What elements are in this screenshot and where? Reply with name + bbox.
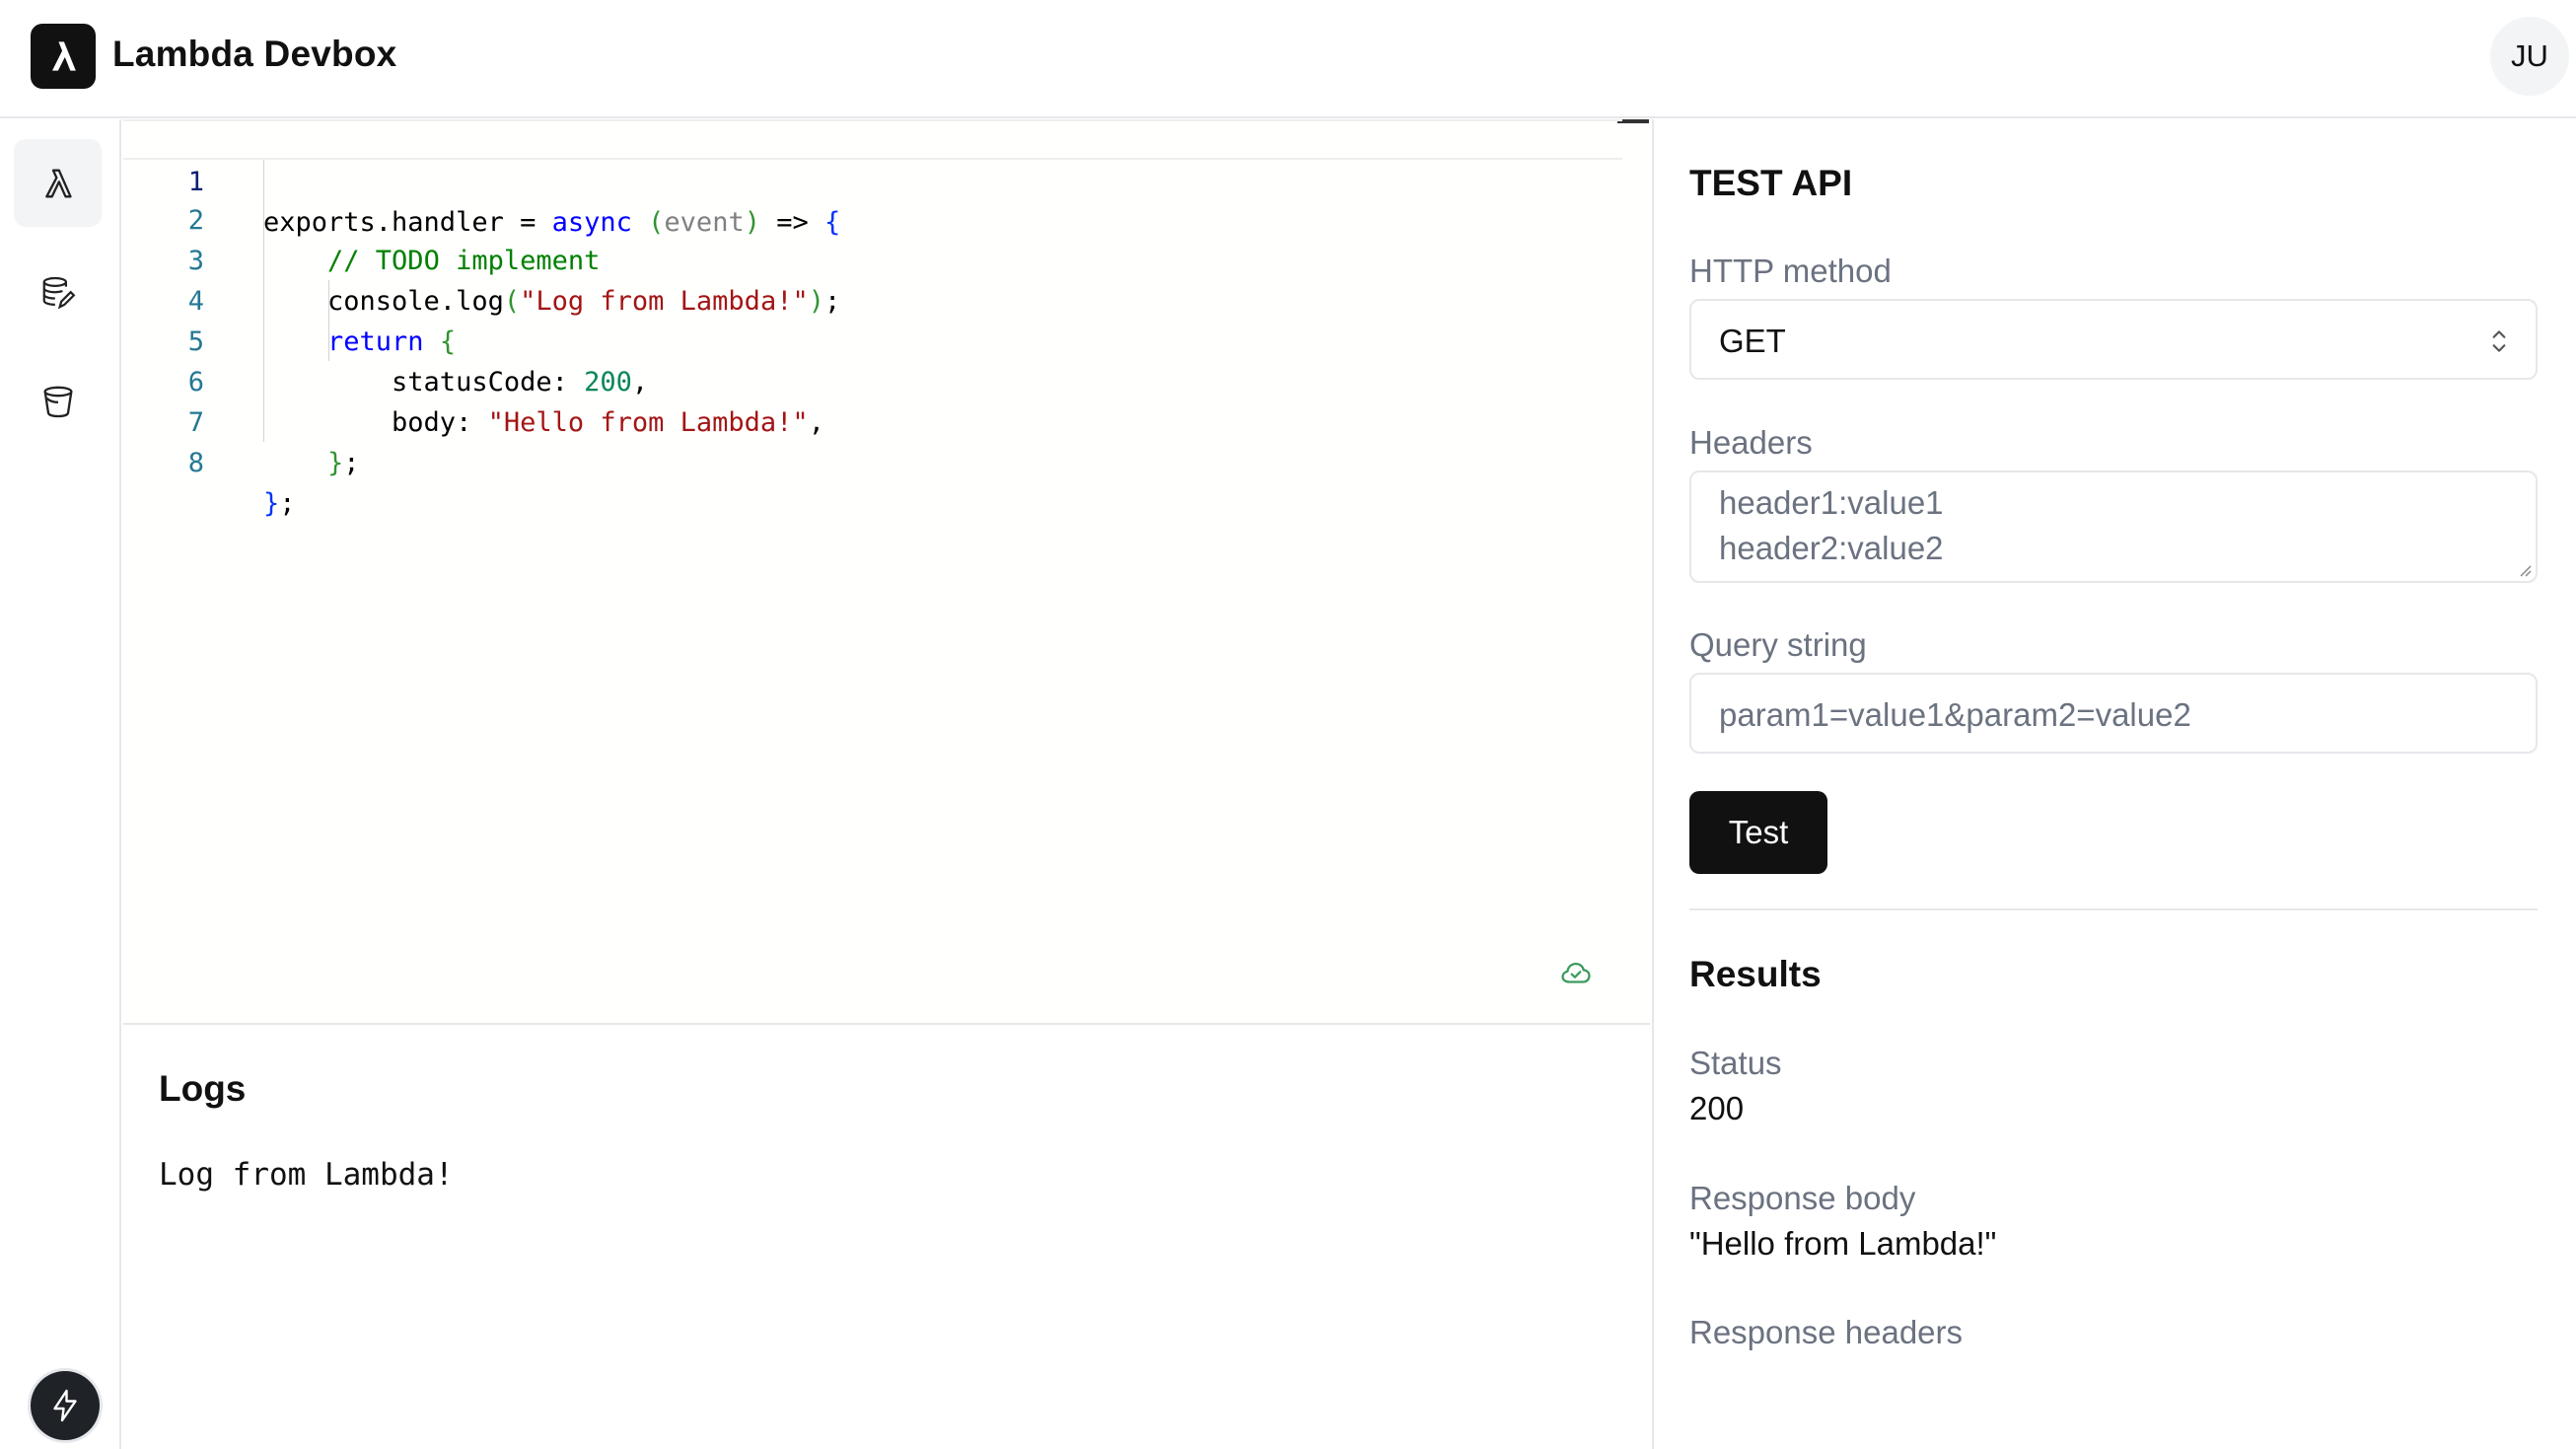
query-string-input[interactable]: param1=value1&param2=value2 [1689, 673, 2538, 754]
headers-line: header1:value1 [1719, 484, 1944, 521]
sidebar-item-databases[interactable] [14, 249, 102, 336]
logs-panel: Logs Log from Lambda! [123, 1027, 1650, 1449]
section-divider [1689, 908, 2538, 910]
query-string-placeholder: param1=value1&param2=value2 [1719, 696, 2191, 733]
response-headers-label: Response headers [1689, 1314, 1964, 1350]
code-line[interactable]: 7 }; [123, 362, 1622, 478]
results-title: Results [1689, 954, 1822, 994]
bucket-icon [43, 386, 72, 417]
app-logo[interactable] [31, 24, 96, 89]
headers-textarea[interactable]: header1:value1 header2:value2 [1689, 471, 2538, 583]
logs-output: Log from Lambda! [159, 1157, 454, 1193]
headers-label: Headers [1689, 424, 1813, 461]
cloud-check-icon [1561, 962, 1591, 983]
code-line[interactable]: 3 console.log("Log from Lambda!"); [123, 200, 1622, 317]
code-line[interactable]: 5 statusCode: 200, [123, 281, 1622, 398]
test-button[interactable]: Test [1689, 791, 1827, 874]
sidebar [0, 119, 121, 1449]
response-body-value: "Hello from Lambda!" [1689, 1225, 1997, 1262]
code-text: }; [327, 448, 360, 478]
code-text: }; [263, 488, 296, 519]
http-method-value: GET [1719, 323, 1786, 359]
headers-line: header2:value2 [1719, 530, 1944, 566]
status-value: 200 [1689, 1090, 1745, 1126]
status-label: Status [1689, 1045, 1782, 1081]
code-line[interactable]: 1 exports.handler = async (event) => { [123, 119, 1622, 238]
database-icon [42, 276, 75, 309]
response-body-label: Response body [1689, 1180, 1916, 1216]
http-method-select[interactable]: GET [1689, 299, 2538, 380]
code-line[interactable]: 6 body: "Hello from Lambda!", [123, 322, 1622, 438]
app-title: Lambda Devbox [112, 34, 397, 74]
sidebar-item-functions[interactable] [14, 139, 102, 227]
sidebar-item-storage[interactable] [14, 357, 102, 445]
resize-handle-icon[interactable] [2516, 561, 2532, 577]
lambda-icon [44, 169, 72, 197]
code-line[interactable]: 8 }; [123, 402, 1622, 519]
test-api-title: TEST API [1689, 163, 1853, 203]
code-editor[interactable]: 1 exports.handler = async (event) => { 2… [123, 119, 1650, 1025]
code-line[interactable]: 2 // TODO implement [123, 160, 1622, 276]
lightning-bolt-icon [53, 1389, 77, 1422]
query-string-label: Query string [1689, 626, 1867, 663]
http-method-label: HTTP method [1689, 253, 1892, 289]
chevron-up-down-icon [2492, 330, 2506, 352]
code-line[interactable]: 4 return { [123, 241, 1622, 357]
lambda-icon [52, 41, 76, 71]
quick-action-button[interactable] [31, 1371, 100, 1440]
test-api-panel: TEST API HTTP method GET Headers header1… [1652, 119, 2576, 1449]
line-number: 8 [187, 448, 204, 478]
app-header: Lambda Devbox JU [0, 0, 2576, 118]
logs-title: Logs [159, 1068, 247, 1109]
user-avatar[interactable]: JU [2490, 17, 2569, 96]
